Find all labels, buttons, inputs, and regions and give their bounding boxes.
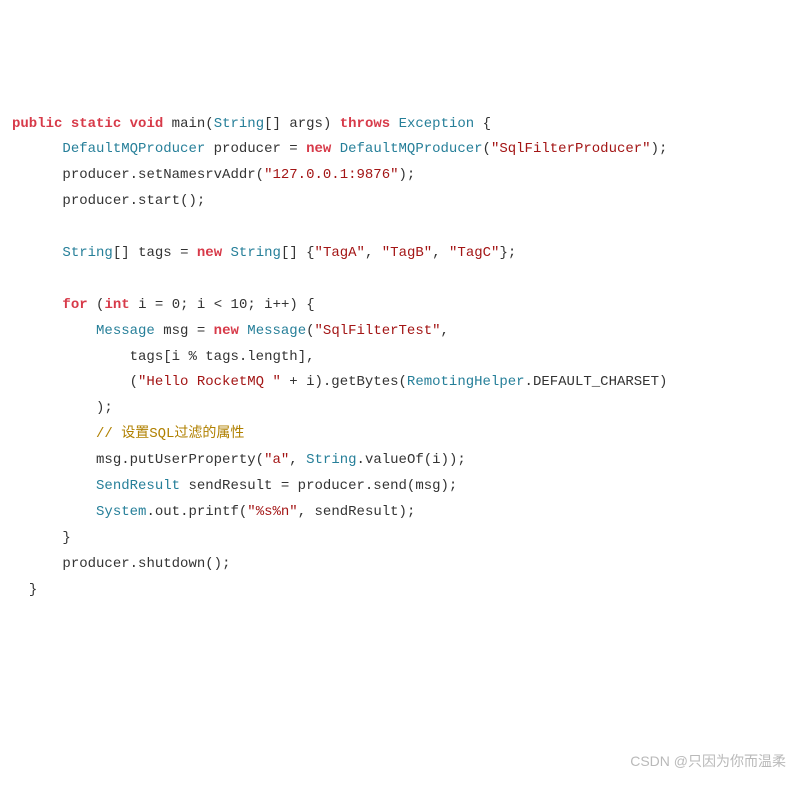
- var-producer: producer: [214, 141, 281, 157]
- brace3: }: [62, 530, 70, 546]
- brace4: }: [29, 582, 37, 598]
- kw-new: new: [306, 141, 331, 157]
- op-assign5: =: [281, 478, 289, 494]
- str-tagb: "TagB": [382, 245, 432, 261]
- call-setaddr: setNamesrvAddr: [138, 167, 256, 183]
- call-send: send: [373, 478, 407, 494]
- call-start: start: [138, 193, 180, 209]
- type-sendresult: SendResult: [96, 478, 180, 494]
- str-taga: "TagA": [315, 245, 365, 261]
- var-sendresult2: sendResult: [315, 504, 399, 520]
- var-producer4: producer: [298, 478, 365, 494]
- str-producer-name: "SqlFilterProducer": [491, 141, 651, 157]
- kw-new2: new: [197, 245, 222, 261]
- op-assign2: =: [180, 245, 188, 261]
- var-i6: i: [432, 452, 440, 468]
- var-sendresult: sendResult: [188, 478, 272, 494]
- str-topic: "SqlFilterTest": [315, 323, 441, 339]
- str-fmt: "%s%n": [247, 504, 297, 520]
- kw-static: static: [71, 116, 121, 132]
- op-assign4: =: [197, 323, 205, 339]
- call-shutdown: shutdown: [138, 556, 205, 572]
- type-system: System: [96, 504, 146, 520]
- var-tags: tags: [138, 245, 172, 261]
- num-10: 10: [231, 297, 248, 313]
- var-producer5: producer: [62, 556, 129, 572]
- field-charset: DEFAULT_CHARSET: [533, 374, 659, 390]
- str-hello: "Hello RocketMQ ": [138, 374, 281, 390]
- type-producer: DefaultMQProducer: [62, 141, 205, 157]
- type-exception: Exception: [399, 116, 475, 132]
- kw-throws: throws: [340, 116, 390, 132]
- watermark: CSDN @只因为你而温柔: [630, 749, 786, 775]
- param-args: args: [289, 116, 323, 132]
- var-msg2: msg: [96, 452, 121, 468]
- call-putprop: putUserProperty: [130, 452, 256, 468]
- kw-void: void: [130, 116, 164, 132]
- type-string4: String: [306, 452, 356, 468]
- op-plus: +: [289, 374, 297, 390]
- type-string: String: [214, 116, 264, 132]
- method-main: main: [172, 116, 206, 132]
- var-i: i: [138, 297, 146, 313]
- var-tags2: tags: [130, 349, 164, 365]
- op-assign: =: [289, 141, 297, 157]
- kw-int: int: [104, 297, 129, 313]
- field-out: out: [155, 504, 180, 520]
- brace2: {: [306, 297, 314, 313]
- type-message: Message: [96, 323, 155, 339]
- var-msg3: msg: [415, 478, 440, 494]
- var-i4: i: [172, 349, 180, 365]
- ctor-producer: DefaultMQProducer: [340, 141, 483, 157]
- comment-sql: // 设置SQL过滤的属性: [96, 426, 244, 442]
- var-producer2: producer: [62, 167, 129, 183]
- call-getbytes: getBytes: [331, 374, 398, 390]
- kw-public: public: [12, 116, 62, 132]
- var-msg: msg: [163, 323, 188, 339]
- call-printf: printf: [188, 504, 238, 520]
- str-tagc: "TagC": [449, 245, 499, 261]
- var-producer3: producer: [62, 193, 129, 209]
- call-valueof: valueOf: [365, 452, 424, 468]
- code-block: public static void main(String[] args) t…: [12, 112, 799, 604]
- type-string3: String: [231, 245, 281, 261]
- field-length: length: [247, 349, 297, 365]
- op-assign3: =: [155, 297, 163, 313]
- var-i3: i: [264, 297, 272, 313]
- kw-new3: new: [214, 323, 239, 339]
- var-i5: i: [306, 374, 314, 390]
- num-0: 0: [172, 297, 180, 313]
- str-a: "a": [264, 452, 289, 468]
- var-i2: i: [197, 297, 205, 313]
- var-tags3: tags: [205, 349, 239, 365]
- op-mod: %: [188, 349, 196, 365]
- ctor-message: Message: [247, 323, 306, 339]
- kw-for: for: [62, 297, 87, 313]
- op-inc: ++: [273, 297, 290, 313]
- op-lt: <: [214, 297, 222, 313]
- type-string2: String: [62, 245, 112, 261]
- brace: {: [483, 116, 491, 132]
- str-addr: "127.0.0.1:9876": [264, 167, 398, 183]
- type-remotinghelper: RemotingHelper: [407, 374, 525, 390]
